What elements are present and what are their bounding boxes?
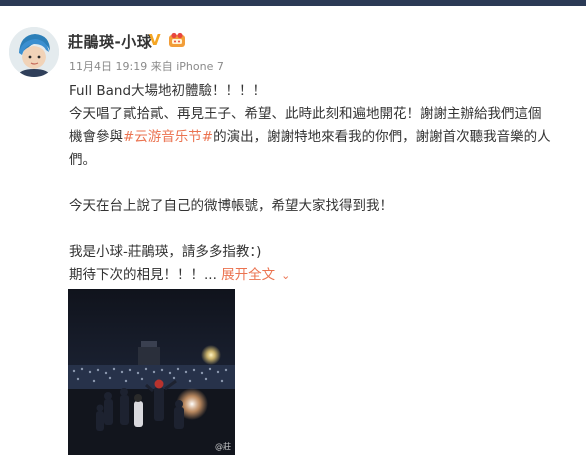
- post-line-fragment: 機會參與: [69, 129, 123, 145]
- avatar[interactable]: [9, 27, 59, 77]
- post-line: 今天唱了貳拾貳、再見王子、希望、此時此刻和遍地開花！謝謝主辦給我們這個: [69, 106, 542, 122]
- topic-link[interactable]: #云游音乐节#: [123, 129, 213, 145]
- post-photo[interactable]: @莊: [68, 289, 235, 455]
- post-line-fragment: 期待下次的相見！！！...: [69, 267, 217, 283]
- source-prefix: 来自: [150, 60, 173, 73]
- post-line: 們。: [69, 152, 96, 168]
- post-source[interactable]: iPhone 7: [176, 60, 224, 73]
- top-nav-strip: [0, 0, 586, 6]
- concert-photo-image: [68, 289, 235, 455]
- post-line: 機會參與#云游音乐节#的演出，謝謝特地來看我的你們，謝謝首次聽我音樂的人: [69, 126, 569, 149]
- post-line: 我是小球-莊鵑瑛，請多多指教：): [69, 244, 262, 260]
- avatar-image: [9, 27, 59, 77]
- expand-label: 展开全文: [221, 267, 276, 283]
- post-line: Full Band大場地初體驗！！！！: [69, 83, 267, 99]
- post-line: 期待下次的相見！！！... 展开全文 ⌄: [69, 264, 569, 287]
- photo-watermark: @莊: [215, 442, 231, 451]
- post-content: Full Band大場地初體驗！！！！ 今天唱了貳拾貳、再見王子、希望、此時此刻…: [69, 80, 569, 287]
- chevron-down-icon: ⌄: [281, 269, 291, 282]
- verified-icon: V: [149, 31, 161, 49]
- post-line-fragment: 的演出，謝謝特地來看我的你們，謝謝首次聽我音樂的人: [213, 129, 551, 145]
- post-time[interactable]: 19:19: [116, 60, 148, 73]
- expand-full-text-link[interactable]: 展开全文 ⌄: [221, 267, 290, 283]
- post-date[interactable]: 11月4日: [69, 60, 112, 73]
- author-name[interactable]: 莊鵑瑛-小球: [68, 31, 152, 52]
- vip-member-icon[interactable]: [168, 32, 186, 48]
- post-meta: 11月4日 19:19 来自 iPhone 7: [69, 58, 224, 74]
- post-line: 今天在台上說了自己的微博帳號，希望大家找得到我！: [69, 198, 393, 214]
